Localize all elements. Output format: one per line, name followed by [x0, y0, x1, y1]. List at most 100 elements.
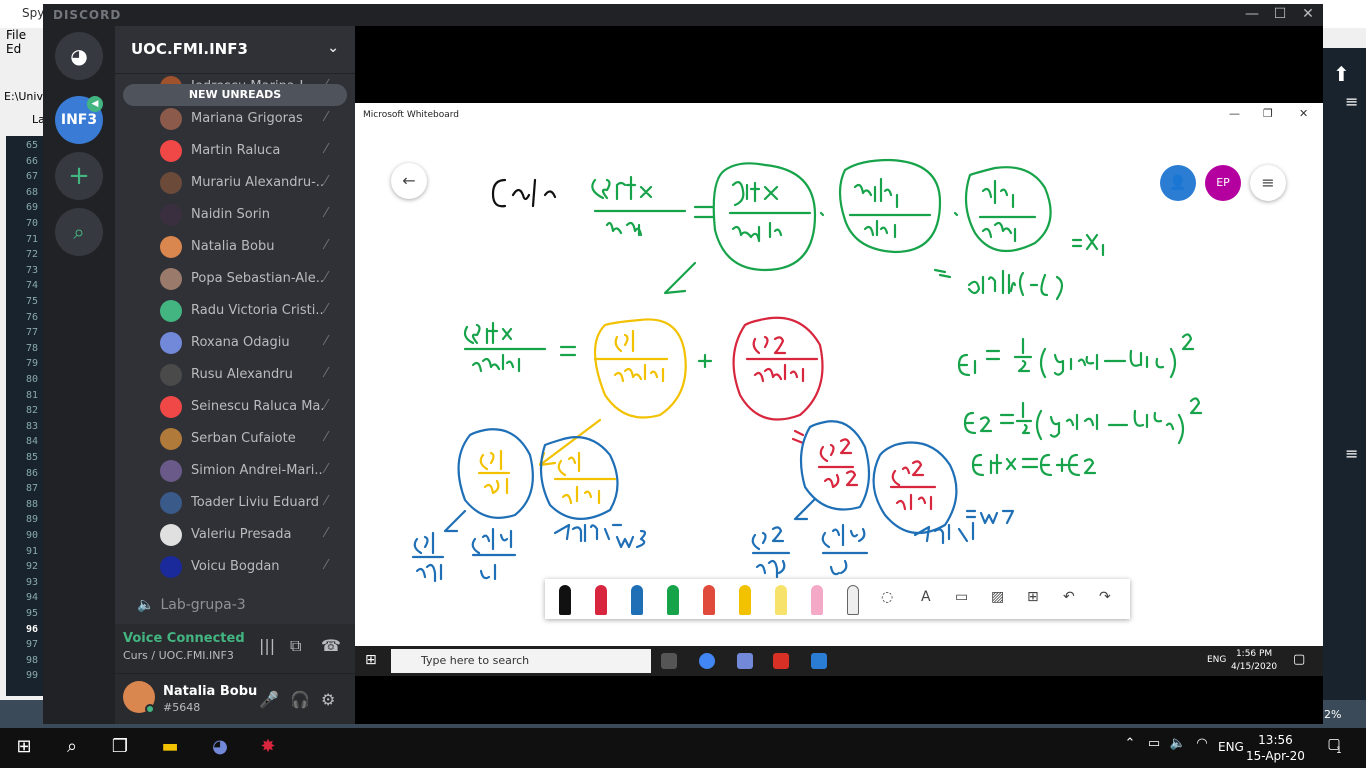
spyder-editor[interactable]: 65 66 67 68 69 70 71 72 73 74 75 76 77 78 79 80 81 82 83 84…	[6, 136, 45, 696]
windows-start-icon[interactable]: ⊞	[12, 736, 36, 760]
note-icon[interactable]: ▭	[955, 589, 968, 605]
chrome-icon[interactable]	[699, 653, 715, 669]
task-view-icon[interactable]	[661, 653, 677, 669]
voice-member[interactable]: Roxana Odagiu ⁄	[115, 328, 355, 360]
pen-yellow[interactable]	[739, 585, 751, 615]
discord-taskbar-icon[interactable]: ◕	[208, 736, 232, 760]
host-clock[interactable]: 13:56 15-Apr-20	[1246, 732, 1305, 764]
menu-icon-2[interactable]: ≡	[1345, 444, 1358, 463]
wb-close-icon[interactable]: ✕	[1299, 107, 1308, 120]
menu-edit[interactable]: Ed	[6, 42, 21, 56]
maximize-icon[interactable]: ☐	[1267, 6, 1293, 24]
voice-member[interactable]: Radu Victoria Cristi... ⁄	[115, 296, 355, 328]
muted-mic-icon: ⁄	[325, 270, 328, 285]
voice-activity-icon[interactable]: |||	[259, 636, 275, 655]
close-icon[interactable]: ✕	[1295, 6, 1321, 24]
share-person-icon[interactable]: 👤	[1160, 165, 1196, 201]
windows-start-icon[interactable]: ⊞	[365, 652, 377, 668]
ruler-icon[interactable]	[847, 585, 859, 615]
chevron-down-icon[interactable]: ⌄	[327, 40, 339, 56]
file-explorer-icon[interactable]: ▬	[158, 736, 182, 760]
voice-member[interactable]: Martin Raluca ⁄	[115, 136, 355, 168]
pen-orange[interactable]	[703, 585, 715, 615]
pen-green[interactable]	[667, 585, 679, 615]
redo-icon[interactable]: ↷	[1099, 589, 1111, 605]
eraser-icon[interactable]	[811, 585, 823, 615]
voice-member[interactable]: Popa Sebastian-Ale... ⁄	[115, 264, 355, 296]
hamburger-menu-icon[interactable]: ≡	[1250, 165, 1286, 201]
back-arrow-icon[interactable]: ←	[391, 163, 427, 199]
voice-member[interactable]: Murariu Alexandru-... ⁄	[115, 168, 355, 200]
insert-icon[interactable]: ⊞	[1027, 589, 1039, 605]
volume-icon[interactable]: 🔈	[1166, 736, 1190, 760]
voice-member[interactable]: Serban Cufaiote ⁄	[115, 424, 355, 456]
muted-mic-icon: ⁄	[325, 398, 328, 413]
pen-black[interactable]	[559, 585, 571, 615]
arrow-up-icon[interactable]: ⬆	[1333, 62, 1350, 86]
host-language[interactable]: ENG	[1218, 740, 1244, 754]
voice-member[interactable]: Naidin Sorin ⁄	[115, 200, 355, 232]
avatar	[160, 396, 182, 418]
avatar	[160, 140, 182, 162]
search-icon[interactable]: ⌕	[60, 736, 84, 760]
menu-file[interactable]: File	[6, 28, 26, 42]
discord-taskbar-icon[interactable]	[737, 653, 753, 669]
remote-search-box[interactable]: Type here to search	[391, 649, 651, 673]
member-name: Serban Cufaiote	[191, 431, 296, 446]
acrobat-icon[interactable]	[773, 653, 789, 669]
server-header[interactable]: UOC.FMI.INF3 ⌄	[115, 26, 355, 74]
lasso-icon[interactable]: ◌	[881, 589, 893, 605]
disconnect-icon[interactable]: ☎	[321, 636, 341, 655]
avatar	[160, 364, 182, 386]
voice-member[interactable]: Toader Liviu Eduard ⁄	[115, 488, 355, 520]
online-status-dot	[145, 704, 155, 714]
add-server-icon[interactable]: +	[55, 152, 103, 200]
battery-icon[interactable]: ▭	[1142, 736, 1166, 760]
line-number: 94	[26, 592, 39, 604]
image-icon[interactable]: ▨	[991, 589, 1004, 605]
voice-member[interactable]: Simion Andrei-Mari... ⁄	[115, 456, 355, 488]
undo-icon[interactable]: ↶	[1063, 589, 1075, 605]
headphones-icon[interactable]: 🎧	[290, 690, 310, 709]
voice-member[interactable]: Rusu Alexandru ⁄	[115, 360, 355, 392]
highlighter-yellow[interactable]	[775, 585, 787, 615]
avatar	[160, 492, 182, 514]
wifi-icon[interactable]: ◠	[1190, 736, 1214, 760]
avatar	[160, 204, 182, 226]
text-icon[interactable]: A	[921, 589, 931, 605]
voice-location[interactable]: Curs / UOC.FMI.INF3	[123, 649, 234, 662]
remote-language[interactable]: ENG	[1207, 655, 1226, 665]
voice-channel-lab-grupa-3[interactable]: 🔈 Lab-grupa-3	[131, 597, 246, 613]
voice-member[interactable]: Seinescu Raluca Ma... ⁄	[115, 392, 355, 424]
new-unreads-banner[interactable]: NEW UNREADS	[123, 84, 347, 106]
user-avatar-ep[interactable]: EP	[1205, 165, 1241, 201]
muted-mic-icon: ⁄	[325, 110, 328, 125]
voice-member[interactable]: Voicu Bogdan ⁄	[115, 552, 355, 584]
notification-center-icon[interactable]: ▢	[1322, 736, 1346, 760]
status-percent: 2%	[1324, 708, 1342, 721]
screen-share-stream[interactable]: Microsoft Whiteboard — ❐ ✕ ← 👤 EP ≡ ◌ A …	[355, 26, 1323, 724]
spyder-taskbar-icon[interactable]: ✸	[256, 736, 280, 760]
task-view-icon[interactable]: ❐	[108, 736, 132, 760]
wb-minimize-icon[interactable]: —	[1229, 107, 1240, 120]
voice-member[interactable]: Mariana Grigoras ⁄	[115, 104, 355, 136]
menu-icon[interactable]: ≡	[1345, 92, 1358, 111]
mute-icon[interactable]: 🎤	[259, 690, 279, 709]
remote-notification-icon[interactable]: ▢	[1293, 652, 1305, 667]
voice-member[interactable]: Valeriu Presada ⁄	[115, 520, 355, 552]
whiteboard-taskbar-icon[interactable]	[811, 653, 827, 669]
channel-sidebar: UOC.FMI.INF3 ⌄ Iedrescu Marina-I...⁄Mari…	[115, 26, 355, 724]
wb-restore-icon[interactable]: ❐	[1263, 107, 1273, 120]
pen-blue[interactable]	[631, 585, 643, 615]
minimize-icon[interactable]: —	[1239, 6, 1265, 24]
remote-clock[interactable]: 1:56 PM 4/15/2020	[1231, 648, 1277, 674]
explore-search-icon[interactable]: ⌕	[55, 208, 103, 256]
pen-red[interactable]	[595, 585, 607, 615]
member-name: Natalia Bobu	[191, 239, 275, 254]
settings-gear-icon[interactable]: ⚙	[321, 690, 335, 709]
voice-member[interactable]: Natalia Bobu ⁄	[115, 232, 355, 264]
discord-home-icon[interactable]: ◕	[55, 32, 103, 80]
voice-connected-status[interactable]: Voice Connected	[123, 631, 245, 646]
screen-share-icon[interactable]: ⧉	[290, 636, 301, 656]
tray-chevron-icon[interactable]: ⌃	[1118, 736, 1142, 760]
